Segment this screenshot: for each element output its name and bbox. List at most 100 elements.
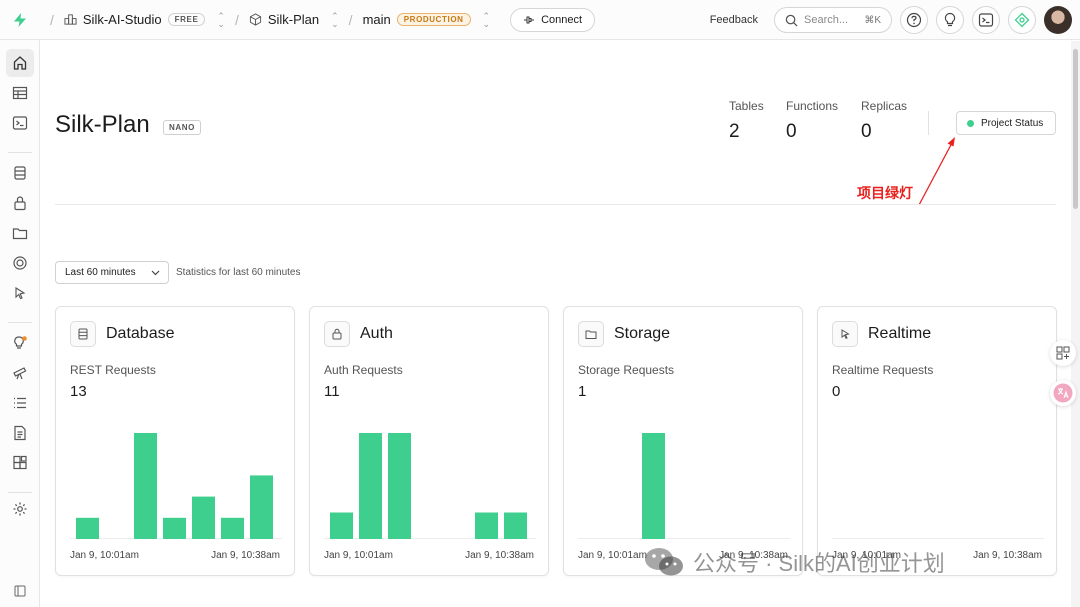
stat-value: 2: [729, 121, 740, 142]
main-content: Silk-Plan NANO Tables 2 Functions 0 Repl…: [41, 41, 1071, 607]
branch-name: main: [362, 12, 391, 27]
chart-bar[interactable]: [359, 433, 382, 539]
bar-chart-auth[interactable]: [324, 417, 536, 539]
header-divider: [55, 204, 1056, 205]
stat-label: Replicas: [861, 99, 908, 113]
chart-bar[interactable]: [134, 433, 157, 539]
translate-widget-button[interactable]: [1050, 380, 1076, 406]
chevron-up-down-icon[interactable]: ⌃ ⌄: [331, 11, 339, 28]
org-plan-badge: FREE: [167, 13, 206, 26]
tips-button[interactable]: [936, 6, 964, 34]
watermark: 公众号 · Silk的AI创业计划: [643, 545, 945, 579]
card-metric-total: 11: [324, 383, 340, 400]
sidebar-divider: [8, 152, 32, 153]
realtime-icon[interactable]: [6, 279, 34, 307]
integrations-icon[interactable]: [6, 449, 34, 477]
bar-chart-realtime[interactable]: [832, 417, 1044, 539]
apps-widget-button[interactable]: [1050, 340, 1076, 366]
chart-bar[interactable]: [250, 475, 273, 539]
axis-end-label: Jan 9, 10:38am: [973, 550, 1042, 561]
chevron-up-down-icon[interactable]: ⌃ ⌄: [217, 11, 225, 28]
annotation-arrow: [918, 137, 955, 206]
stat-functions[interactable]: Functions 0: [786, 99, 838, 143]
card-metric-total: 1: [578, 383, 587, 400]
bar-chart-storage[interactable]: [578, 417, 790, 539]
usage-card-storage[interactable]: Storage Storage Requests 1 Jan 9, 10:01a…: [563, 306, 803, 576]
stat-tables[interactable]: Tables 2: [729, 99, 764, 143]
search-input[interactable]: Search... ⌘K: [774, 7, 892, 33]
auth-icon[interactable]: [6, 189, 34, 217]
project-status-button[interactable]: Project Status: [956, 111, 1056, 135]
card-metric-label: Storage Requests: [578, 363, 675, 377]
chart-bar[interactable]: [388, 433, 411, 539]
stat-label: Functions: [786, 99, 839, 113]
branch-selector[interactable]: main PRODUCTION ⌃ ⌄: [362, 11, 491, 28]
sql-editor-icon[interactable]: [6, 109, 34, 137]
user-avatar[interactable]: [1044, 6, 1072, 34]
time-range-select[interactable]: Last 60 minutes: [55, 261, 169, 284]
chevron-up-down-icon[interactable]: ⌃ ⌄: [483, 11, 491, 28]
org-icon: [64, 14, 77, 25]
stat-label: Tables: [729, 99, 764, 113]
scrollbar-thumb[interactable]: [1073, 49, 1078, 209]
axis-start-label: Jan 9, 10:01am: [324, 550, 393, 561]
card-metric-label: REST Requests: [70, 363, 156, 377]
settings-icon[interactable]: [6, 495, 34, 523]
terminal-icon: [978, 13, 994, 27]
edge-functions-icon[interactable]: [6, 249, 34, 277]
time-range-note: Statistics for last 60 minutes: [176, 267, 301, 278]
org-selector[interactable]: Silk-AI-Studio FREE ⌃ ⌄: [64, 11, 225, 28]
assistant-diamond-icon: [1014, 12, 1030, 28]
api-docs-icon[interactable]: [6, 419, 34, 447]
chart-bar[interactable]: [221, 517, 244, 539]
top-navigation-bar: / Silk-AI-Studio FREE ⌃ ⌄ / Silk-Plan ⌃ ⌄ …: [0, 0, 1080, 40]
supabase-logo-icon[interactable]: [0, 0, 40, 40]
advisors-icon[interactable]: [6, 329, 34, 357]
chart-bar[interactable]: [504, 512, 527, 540]
stat-value: 0: [786, 121, 797, 142]
reports-telescope-icon[interactable]: [6, 359, 34, 387]
home-icon[interactable]: [6, 49, 34, 77]
usage-card-realtime[interactable]: Realtime Realtime Requests 0 Jan 9, 10:0…: [817, 306, 1057, 576]
usage-card-auth[interactable]: Auth Auth Requests 11 Jan 9, 10:01am Jan…: [309, 306, 549, 576]
wechat-logo-icon: [645, 548, 683, 576]
sidebar-divider: [8, 322, 32, 323]
project-selector[interactable]: Silk-Plan ⌃ ⌄: [249, 11, 339, 28]
connect-button[interactable]: Connect: [510, 7, 596, 32]
compute-size-badge: NANO: [163, 120, 201, 135]
storage-icon[interactable]: [6, 219, 34, 247]
cube-icon: [249, 13, 261, 26]
left-sidebar: [0, 40, 40, 607]
database-icon: [70, 321, 96, 347]
chart-bar[interactable]: [76, 517, 99, 539]
chart-bar[interactable]: [192, 496, 215, 539]
project-name: Silk-Plan: [267, 12, 320, 27]
translate-icon: [1053, 383, 1073, 403]
collapse-sidebar-icon[interactable]: [6, 577, 34, 605]
search-placeholder: Search...: [804, 14, 849, 26]
chart-bar[interactable]: [330, 512, 353, 540]
axis-start-label: Jan 9, 10:01am: [70, 550, 139, 561]
usage-card-database[interactable]: Database REST Requests 13 Jan 9, 10:01am…: [55, 306, 295, 576]
help-button[interactable]: [900, 6, 928, 34]
terminal-button[interactable]: [972, 6, 1000, 34]
axis-start-label: Jan 9, 10:01am: [578, 550, 647, 561]
table-editor-icon[interactable]: [6, 79, 34, 107]
stat-replicas[interactable]: Replicas 0: [861, 99, 907, 143]
logs-icon[interactable]: [6, 389, 34, 417]
annotation-text: 项目绿灯: [857, 185, 913, 201]
sidebar-divider: [8, 492, 32, 493]
vertical-scrollbar[interactable]: [1071, 41, 1080, 607]
bar-chart-database[interactable]: [70, 417, 282, 539]
feedback-button[interactable]: Feedback: [710, 14, 758, 26]
database-icon[interactable]: [6, 159, 34, 187]
apps-grid-icon: [1056, 346, 1070, 360]
lightbulb-icon: [944, 12, 956, 27]
card-metric-label: Auth Requests: [324, 363, 403, 377]
project-status-label: Project Status: [981, 117, 1044, 129]
axis-end-label: Jan 9, 10:38am: [465, 550, 534, 561]
chart-bar[interactable]: [163, 517, 186, 539]
chart-bar[interactable]: [475, 512, 498, 540]
chart-bar[interactable]: [642, 433, 665, 539]
assistant-button[interactable]: [1008, 6, 1036, 34]
